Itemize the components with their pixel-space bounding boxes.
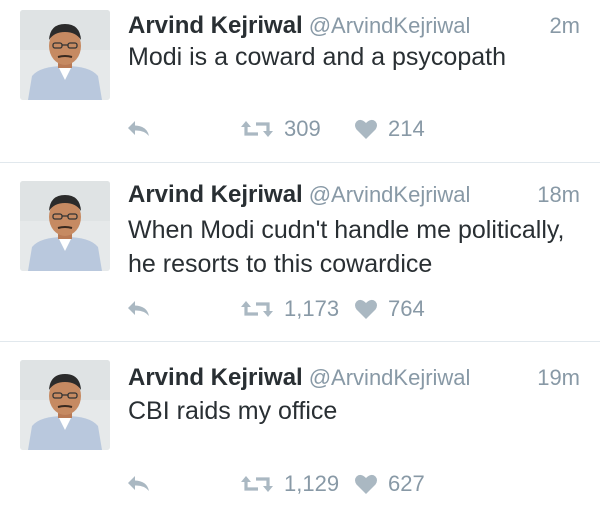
like-count: 627 (388, 471, 425, 496)
tweet-actions: 1,173 764 (0, 294, 600, 324)
timestamp[interactable]: 19m (537, 360, 580, 396)
tweet-text: When Modi cudn't handle me politically, … (128, 216, 565, 278)
like-button[interactable]: 214 (354, 114, 425, 144)
display-name[interactable]: Arvind Kejriwal (128, 12, 303, 39)
user-handle[interactable]: @ArvindKejriwal (309, 365, 471, 390)
tweet-actions: 309 214 (0, 114, 600, 144)
timestamp[interactable]: 18m (537, 177, 580, 213)
reply-icon (128, 121, 149, 136)
heart-icon (355, 299, 377, 319)
avatar[interactable] (20, 181, 110, 271)
display-name[interactable]: Arvind Kejriwal (128, 181, 303, 208)
retweet-button[interactable]: 1,173 (240, 294, 339, 324)
like-button[interactable]: 627 (354, 469, 425, 499)
retweet-button[interactable]: 309 (240, 114, 321, 144)
tweet-header: Arvind Kejriwal @ArvindKejriwal 2m (128, 8, 580, 44)
reply-button[interactable] (126, 114, 152, 144)
tweet-header: Arvind Kejriwal @ArvindKejriwal 18m (128, 177, 580, 213)
like-count: 764 (388, 296, 425, 321)
tweet-text: Modi is a coward and a psycopath (128, 43, 506, 71)
avatar[interactable] (20, 10, 110, 100)
reply-icon (128, 301, 149, 316)
retweet-icon (241, 121, 273, 137)
reply-icon (128, 476, 149, 491)
heart-icon (355, 119, 377, 139)
timestamp[interactable]: 2m (549, 8, 580, 44)
retweet-icon (241, 301, 273, 317)
tweet-text: CBI raids my office (128, 397, 338, 425)
retweet-icon (241, 476, 273, 492)
display-name[interactable]: Arvind Kejriwal (128, 364, 303, 391)
like-button[interactable]: 764 (354, 294, 425, 324)
avatar[interactable] (20, 360, 110, 450)
retweet-count: 309 (284, 116, 321, 141)
tweet[interactable]: Arvind Kejriwal @ArvindKejriwal 18m When … (0, 163, 600, 341)
retweet-button[interactable]: 1,129 (240, 469, 339, 499)
retweet-count: 1,173 (284, 296, 340, 321)
user-handle[interactable]: @ArvindKejriwal (309, 182, 471, 207)
reply-button[interactable] (126, 294, 152, 324)
tweet-header: Arvind Kejriwal @ArvindKejriwal 19m (128, 360, 580, 396)
like-count: 214 (388, 116, 425, 141)
tweet-actions: 1,129 627 (0, 469, 600, 499)
tweet[interactable]: Arvind Kejriwal @ArvindKejriwal 2m Modi i… (0, 0, 600, 162)
reply-button[interactable] (126, 469, 152, 499)
tweet[interactable]: Arvind Kejriwal @ArvindKejriwal 19m CBI r… (0, 342, 600, 510)
heart-icon (355, 474, 377, 494)
user-handle[interactable]: @ArvindKejriwal (309, 13, 471, 38)
retweet-count: 1,129 (284, 471, 340, 496)
